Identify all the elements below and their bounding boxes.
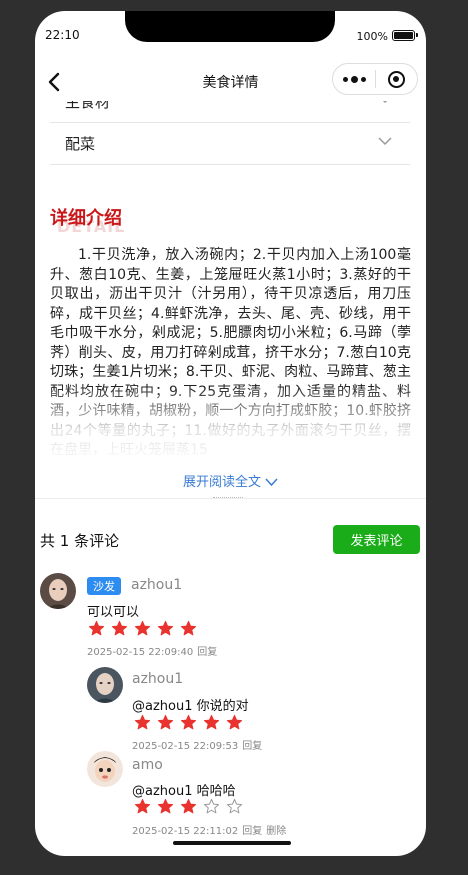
post-comment-button[interactable]: 发表评论	[333, 525, 420, 554]
avatar[interactable]	[40, 573, 76, 609]
reply-meta: 2025-02-15 22:09:53 回复	[132, 737, 266, 752]
rating-stars	[88, 620, 197, 637]
section-title: 详细介绍	[50, 208, 122, 229]
star-filled-icon	[180, 620, 197, 636]
star-filled-icon	[111, 620, 128, 636]
comment-username: azhou1	[131, 577, 183, 593]
rating-stars	[134, 798, 243, 815]
detail-fade-overlay	[35, 386, 426, 466]
comment-meta: 2025-02-15 22:09:40 回复	[87, 643, 221, 658]
mini-program-capsule	[332, 63, 418, 95]
page-content: 主食材 配菜 DETAIL 详细介绍 1.干贝洗净，放入汤碗内；2.干贝内加入上…	[35, 101, 426, 856]
battery-icon	[392, 30, 418, 41]
avatar[interactable]	[87, 751, 123, 787]
battery-fill	[394, 32, 413, 39]
status-time: 22:10	[45, 28, 80, 42]
star-filled-icon	[157, 620, 174, 636]
star-filled-icon	[134, 798, 151, 814]
star-filled-icon	[180, 798, 197, 814]
star-filled-icon	[88, 620, 105, 636]
navigation-bar: 美食详情	[35, 63, 426, 101]
section-divider	[35, 498, 426, 499]
star-filled-icon	[180, 714, 197, 730]
comments-count-title: 共 1 条评论	[40, 532, 120, 550]
more-dots-icon[interactable]	[333, 64, 375, 94]
divider-dots	[213, 497, 243, 498]
delete-link[interactable]: 删除	[266, 826, 286, 837]
reply-time: 2025-02-15 22:11:02	[132, 826, 239, 837]
phone-screen: 22:10 100% 美食详情 主食材 配菜 DETAIL 详细介绍 1.干贝洗…	[35, 11, 426, 856]
chevron-down-icon	[265, 478, 278, 487]
star-filled-icon	[226, 714, 243, 730]
battery-percent: 100%	[356, 30, 388, 43]
star-filled-icon	[157, 798, 174, 814]
avatar[interactable]	[87, 667, 123, 703]
close-circle-icon[interactable]	[376, 64, 417, 94]
comment-time: 2025-02-15 22:09:40	[87, 647, 194, 658]
accordion-side-dishes[interactable]: 配菜	[50, 123, 410, 165]
reply-text: @azhou1 你说的对	[132, 699, 249, 714]
star-empty-icon	[226, 798, 243, 814]
reply-time: 2025-02-15 22:09:53	[132, 741, 239, 752]
reply-link[interactable]: 回复	[197, 647, 217, 658]
chevron-down-icon	[378, 137, 392, 146]
home-indicator	[173, 841, 291, 845]
accordion-label: 配菜	[65, 135, 96, 153]
sofa-badge: 沙发	[87, 577, 121, 595]
star-filled-icon	[203, 714, 220, 730]
reply-text: @azhou1 哈哈哈	[132, 784, 236, 799]
reply-link[interactable]: 回复	[242, 741, 262, 752]
accordion-main-ingredients[interactable]: 主食材	[50, 101, 410, 123]
reply-username: azhou1	[132, 671, 184, 687]
expand-label: 展开阅读全文	[182, 475, 261, 490]
star-filled-icon	[134, 714, 151, 730]
notch	[125, 11, 335, 42]
rating-stars	[134, 714, 243, 731]
accordion-label: 主食材	[65, 101, 111, 111]
star-empty-icon	[203, 798, 220, 814]
comment-text: 可以可以	[87, 605, 140, 620]
reply-username: amo	[132, 757, 163, 773]
star-filled-icon	[134, 620, 151, 636]
reply-meta: 2025-02-15 22:11:02 回复 删除	[132, 822, 290, 837]
chevron-down-icon	[382, 101, 388, 104]
star-filled-icon	[157, 714, 174, 730]
expand-full-text-link[interactable]: 展开阅读全文	[35, 471, 426, 490]
reply-link[interactable]: 回复	[242, 826, 262, 837]
